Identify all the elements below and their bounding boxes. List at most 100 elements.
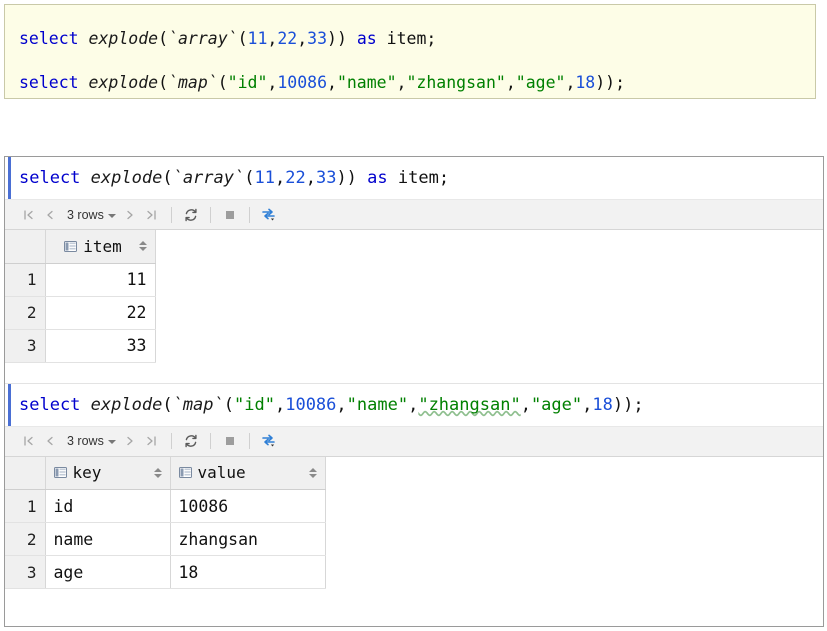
transpose-icon[interactable]	[258, 204, 280, 226]
next-page-icon[interactable]	[119, 204, 141, 226]
row-filler	[155, 296, 823, 329]
row-number-cell: 1	[5, 489, 46, 523]
previous-page-icon[interactable]	[39, 430, 61, 452]
row-number-cell: 2	[5, 296, 46, 330]
result-grid-wrap-2: key value 1 id 10086 2 name zhangsan 3 age 18	[5, 456, 823, 589]
code-line-1: select explode(`array`(11,22,33)) as ite…	[19, 17, 801, 61]
query-results-panel[interactable]: select explode(`array`(11,22,33)) as ite…	[4, 156, 824, 627]
code-token: ));	[612, 394, 644, 415]
table-cell[interactable]: id	[45, 489, 171, 523]
code-token: (	[217, 73, 228, 92]
code-token: select	[19, 394, 81, 415]
column-grid-icon	[53, 466, 67, 479]
code-token: "age"	[530, 394, 583, 415]
code-token: "id"	[234, 394, 275, 415]
stop-icon[interactable]	[219, 430, 241, 452]
table-cell[interactable]: zhangsan	[170, 522, 326, 556]
column-header-value[interactable]: value	[170, 456, 326, 490]
code-token: 33	[315, 168, 337, 188]
sort-indicator-icon[interactable]	[308, 467, 317, 478]
table-cell[interactable]: 33	[45, 329, 156, 363]
code-token: (	[223, 394, 235, 415]
last-page-icon[interactable]	[141, 204, 163, 226]
code-token: item;	[376, 29, 437, 48]
table-cell[interactable]: 18	[170, 555, 326, 589]
code-token: explode	[90, 394, 163, 415]
code-token: 10086	[285, 394, 337, 415]
code-token: ,	[274, 394, 286, 415]
table-row[interactable]: 1 11	[5, 263, 823, 297]
column-grid-icon	[64, 240, 78, 253]
row-count-dropdown-1[interactable]: 3 rows	[61, 208, 119, 222]
query-statement-text-1: select explode(`array`(11,22,33)) as ite…	[19, 157, 449, 199]
last-page-icon[interactable]	[141, 430, 163, 452]
result-toolbar-1[interactable]: 3 rows	[5, 200, 823, 230]
refresh-icon[interactable]	[180, 204, 202, 226]
row-count-dropdown-2[interactable]: 3 rows	[61, 434, 119, 448]
column-header-label: key	[72, 463, 102, 483]
stop-icon[interactable]	[219, 204, 241, 226]
sort-indicator-icon[interactable]	[153, 467, 162, 478]
result-table-1[interactable]: item 1 11 2 22 3 33	[5, 230, 823, 363]
code-token: "age"	[515, 73, 566, 92]
row-number-cell: 1	[5, 263, 46, 297]
column-header-key[interactable]: key	[45, 456, 171, 490]
code-token: (	[244, 168, 255, 188]
table-row[interactable]: 3 33	[5, 329, 823, 363]
table-row[interactable]: 3 age 18	[5, 555, 823, 589]
refresh-icon[interactable]	[180, 430, 202, 452]
code-token: (	[237, 29, 248, 48]
table-cell[interactable]: 22	[45, 296, 156, 330]
code-token: (	[158, 29, 169, 48]
column-grid-icon	[178, 466, 192, 479]
table-header-row: item	[5, 230, 823, 264]
query-statement-row-1[interactable]: select explode(`array`(11,22,33)) as ite…	[5, 157, 823, 200]
code-token: 18	[575, 73, 596, 92]
table-row[interactable]: 2 22	[5, 296, 823, 330]
section-spacer	[5, 362, 823, 383]
table-row[interactable]: 1 id 10086	[5, 489, 823, 523]
first-page-icon[interactable]	[17, 204, 39, 226]
code-token: `array`	[168, 29, 238, 48]
table-cell[interactable]: 11	[45, 263, 156, 297]
statement-gutter-marker	[8, 157, 11, 199]
row-filler	[325, 489, 823, 523]
result-toolbar-2[interactable]: 3 rows	[5, 426, 823, 457]
table-cell[interactable]: name	[45, 522, 171, 556]
chevron-down-icon	[107, 213, 116, 218]
code-token: ,	[408, 394, 419, 415]
code-token: select	[19, 168, 81, 188]
code-token: (	[158, 73, 169, 92]
sort-indicator-icon[interactable]	[138, 241, 147, 252]
code-token: "name"	[346, 394, 409, 415]
query-statement-row-2[interactable]: select explode(`map`("id",10086,"name","…	[5, 382, 823, 427]
column-header-label: item	[83, 236, 122, 256]
code-token: 11	[247, 29, 268, 48]
code-token: (	[162, 394, 173, 415]
code-token: 10086	[277, 73, 327, 92]
table-row[interactable]: 2 name zhangsan	[5, 522, 823, 556]
next-page-icon[interactable]	[119, 430, 141, 452]
code-token: ,	[305, 168, 316, 188]
code-token: ,	[565, 73, 576, 92]
code-token: explode	[88, 29, 159, 48]
sql-code-block[interactable]: select explode(`array`(11,22,33)) as ite…	[4, 4, 816, 99]
code-token: select	[19, 29, 79, 48]
result-table-2[interactable]: key value 1 id 10086 2 name zhangsan 3 age 18	[5, 456, 823, 589]
statement-gutter-marker	[8, 383, 11, 426]
result-grid-wrap-1: item 1 11 2 22 3 33	[5, 230, 823, 363]
code-token: ,	[336, 394, 347, 415]
row-number-header	[5, 456, 46, 490]
toolbar-separator	[209, 433, 211, 449]
code-token: ));	[595, 73, 626, 92]
table-cell[interactable]: age	[45, 555, 171, 589]
first-page-icon[interactable]	[17, 430, 39, 452]
table-cell[interactable]: 10086	[170, 489, 326, 523]
row-number-cell: 2	[5, 522, 46, 556]
code-token: 18	[592, 394, 613, 415]
column-header-item[interactable]: item	[45, 230, 156, 264]
transpose-icon[interactable]	[258, 430, 280, 452]
previous-page-icon[interactable]	[39, 204, 61, 226]
